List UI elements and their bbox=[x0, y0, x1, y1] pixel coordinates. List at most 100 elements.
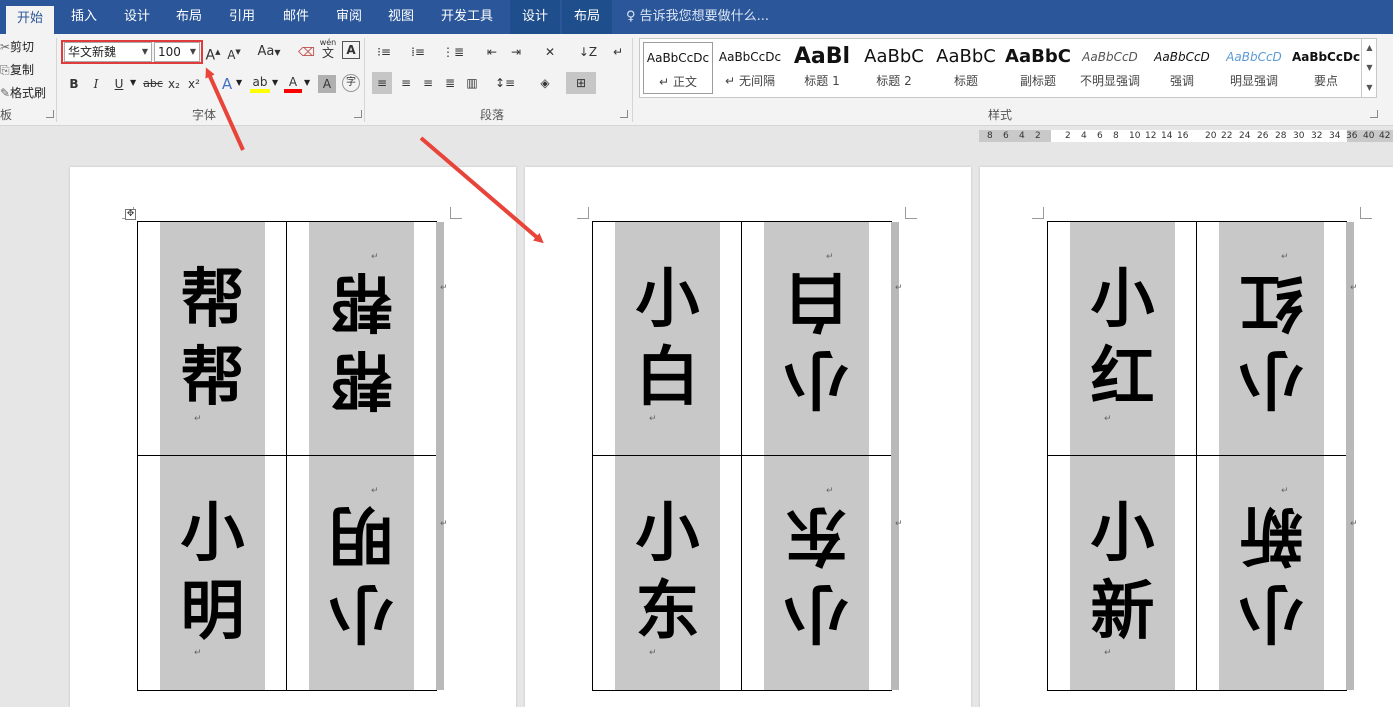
table-row-border[interactable] bbox=[1048, 455, 1346, 456]
style-subtle-emphasis[interactable]: AaBbCcD 不明显强调 bbox=[1075, 42, 1145, 94]
align-center-icon[interactable]: ≡ bbox=[396, 72, 416, 94]
tell-me-box[interactable]: ♀ 告诉我您想要做什么... bbox=[626, 0, 769, 34]
chevron-down-icon[interactable]: ▼ bbox=[304, 78, 310, 87]
name-card-table[interactable]: 小白 ↵ 小白 ↵ 小东 ↵ 小东 ↵ bbox=[592, 221, 899, 691]
table-column-border[interactable] bbox=[1196, 222, 1197, 690]
tab-developer[interactable]: 开发工具 bbox=[430, 0, 504, 34]
align-left-icon[interactable]: ≡ bbox=[372, 72, 392, 94]
horizontal-ruler[interactable]: 8 6 4 2 2 4 6 8 10 12 14 16 20 22 24 26 28 30 32 34 36 40 42 bbox=[979, 130, 1393, 142]
table-column-border[interactable] bbox=[741, 222, 742, 690]
table-cell[interactable]: 帮帮 ↵ bbox=[138, 222, 287, 456]
italic-button[interactable]: I bbox=[88, 73, 104, 95]
table-cell[interactable]: 小明 ↵ bbox=[138, 456, 287, 690]
table-cell[interactable]: 帮帮 ↵ bbox=[287, 222, 436, 456]
document-page[interactable]: 小红 ↵ 小红 ↵ 小新 ↵ 小新 ↵ ↵ ↵ bbox=[980, 167, 1393, 707]
tab-table-layout[interactable]: 布局 bbox=[562, 0, 612, 34]
styles-launcher-icon[interactable] bbox=[1370, 110, 1378, 118]
style-heading-1[interactable]: AaBl 标题 1 bbox=[787, 42, 857, 94]
underline-dropdown-icon[interactable]: ▼ bbox=[130, 78, 136, 87]
table-cell[interactable]: 小新 ↵ bbox=[1197, 456, 1346, 690]
table-cell[interactable]: 小白 ↵ bbox=[593, 222, 742, 456]
font-launcher-icon[interactable] bbox=[354, 110, 362, 118]
increase-indent-icon[interactable]: ⇥ bbox=[506, 41, 526, 63]
crop-mark bbox=[1032, 207, 1044, 219]
paragraph-launcher-icon[interactable] bbox=[620, 110, 628, 118]
style-title[interactable]: AaBbC 标题 bbox=[931, 42, 1001, 94]
document-page[interactable]: ✥ 帮帮 ↵ 帮帮 ↵ 小明 ↵ 小明 ↵ ↵ ↵ bbox=[70, 167, 516, 707]
numbering-icon[interactable]: ⁞≡ bbox=[406, 41, 430, 63]
table-row-border[interactable] bbox=[138, 455, 436, 456]
tab-layout[interactable]: 布局 bbox=[166, 0, 212, 34]
character-border-button[interactable]: A bbox=[342, 41, 360, 59]
style-no-spacing[interactable]: AaBbCcDc ↵ 无间隔 bbox=[715, 42, 785, 94]
clear-format-icon[interactable]: ⌫ bbox=[298, 41, 315, 63]
name-char: 明 bbox=[180, 574, 245, 649]
table-cell[interactable]: 小明 ↵ bbox=[287, 456, 436, 690]
copy-button[interactable]: ⎘复制 bbox=[0, 61, 34, 78]
show-marks-icon[interactable]: ↵ bbox=[610, 41, 626, 63]
table-cell[interactable]: 小红 ↵ bbox=[1048, 222, 1197, 456]
format-painter-button[interactable]: ✎格式刷 bbox=[0, 84, 46, 101]
decrease-indent-icon[interactable]: ⇤ bbox=[482, 41, 502, 63]
shrink-font-button[interactable]: A▼ bbox=[226, 41, 242, 63]
subscript-button[interactable]: x₂ bbox=[166, 73, 182, 95]
style-subtitle[interactable]: AaBbC 副标题 bbox=[1003, 42, 1073, 94]
style-heading-2[interactable]: AaBbC 标题 2 bbox=[859, 42, 929, 94]
asian-layout-icon[interactable]: ✕ bbox=[536, 41, 564, 63]
tab-mailings[interactable]: 邮件 bbox=[272, 0, 320, 34]
document-page[interactable]: 小白 ↵ 小白 ↵ 小东 ↵ 小东 ↵ ↵ ↵ bbox=[525, 167, 971, 707]
tab-view[interactable]: 视图 bbox=[378, 0, 424, 34]
grow-font-button[interactable]: A▲ bbox=[205, 41, 221, 64]
name-char: 小 bbox=[329, 575, 394, 650]
name-card-text: 小明 bbox=[309, 456, 414, 690]
multilevel-list-icon[interactable]: ⋮≣ bbox=[440, 41, 466, 63]
cut-button[interactable]: ✂剪切 bbox=[0, 38, 34, 55]
enclose-characters-button[interactable]: 字 bbox=[342, 74, 360, 92]
phonetic-guide-button[interactable]: wén 文 bbox=[318, 38, 338, 60]
character-shading-button[interactable]: A bbox=[318, 75, 336, 93]
chevron-down-icon[interactable]: ▼ bbox=[272, 78, 278, 87]
bullets-icon[interactable]: ⁝≡ bbox=[372, 41, 396, 63]
highlight-color-icon[interactable]: ab bbox=[250, 73, 270, 93]
name-card-table[interactable]: 小红 ↵ 小红 ↵ 小新 ↵ 小新 ↵ bbox=[1047, 221, 1354, 691]
style-intense-emphasis[interactable]: AaBbCcD 明显强调 bbox=[1219, 42, 1289, 94]
line-spacing-icon[interactable]: ↕≡ bbox=[492, 72, 518, 94]
style-emphasis[interactable]: AaBbCcD 强调 bbox=[1147, 42, 1217, 94]
table-cell[interactable]: 小红 ↵ bbox=[1197, 222, 1346, 456]
scroll-up-icon[interactable]: ▲ bbox=[1362, 38, 1377, 58]
sort-icon[interactable]: ↓Z bbox=[578, 41, 598, 63]
table-cell[interactable]: 小东 ↵ bbox=[593, 456, 742, 690]
tab-design[interactable]: 设计 bbox=[114, 0, 160, 34]
superscript-button[interactable]: x² bbox=[186, 73, 202, 95]
table-cell[interactable]: 小新 ↵ bbox=[1048, 456, 1197, 690]
bold-button[interactable]: B bbox=[66, 73, 82, 95]
clipboard-launcher-icon[interactable] bbox=[46, 110, 54, 118]
shading-icon[interactable]: ◈ bbox=[532, 72, 558, 94]
style-strong[interactable]: AaBbCcDc 要点 bbox=[1291, 42, 1361, 94]
table-move-handle-icon[interactable]: ✥ bbox=[125, 209, 136, 220]
text-effects-button[interactable]: A bbox=[218, 73, 236, 95]
tab-insert[interactable]: 插入 bbox=[60, 0, 108, 34]
chevron-down-icon[interactable]: ▼ bbox=[236, 78, 242, 87]
distribute-icon[interactable]: ▥ bbox=[462, 72, 482, 94]
strikethrough-button[interactable]: abc bbox=[142, 73, 164, 95]
underline-button[interactable]: U bbox=[110, 73, 128, 95]
table-row-border[interactable] bbox=[593, 455, 891, 456]
font-color-button[interactable]: A bbox=[284, 73, 302, 93]
style-normal[interactable]: AaBbCcDc ↵ 正文 bbox=[643, 42, 713, 94]
table-cell[interactable]: 小东 ↵ bbox=[742, 456, 891, 690]
justify-icon[interactable]: ≣ bbox=[440, 72, 460, 94]
tab-home[interactable]: 开始 bbox=[6, 6, 54, 34]
align-right-icon[interactable]: ≡ bbox=[418, 72, 438, 94]
tab-review[interactable]: 审阅 bbox=[326, 0, 372, 34]
more-styles-icon[interactable]: ▼ bbox=[1362, 78, 1377, 98]
tab-table-design[interactable]: 设计 bbox=[510, 0, 560, 34]
scroll-down-icon[interactable]: ▼ bbox=[1362, 58, 1377, 78]
borders-icon[interactable]: ⊞ bbox=[566, 72, 596, 94]
ruler-tick-label: 14 bbox=[1161, 131, 1173, 141]
table-column-border[interactable] bbox=[286, 222, 287, 690]
tab-references[interactable]: 引用 bbox=[218, 0, 266, 34]
change-case-button[interactable]: Aa▼ bbox=[254, 41, 284, 63]
table-cell[interactable]: 小白 ↵ bbox=[742, 222, 891, 456]
name-card-table[interactable]: 帮帮 ↵ 帮帮 ↵ 小明 ↵ 小明 ↵ bbox=[137, 221, 444, 691]
